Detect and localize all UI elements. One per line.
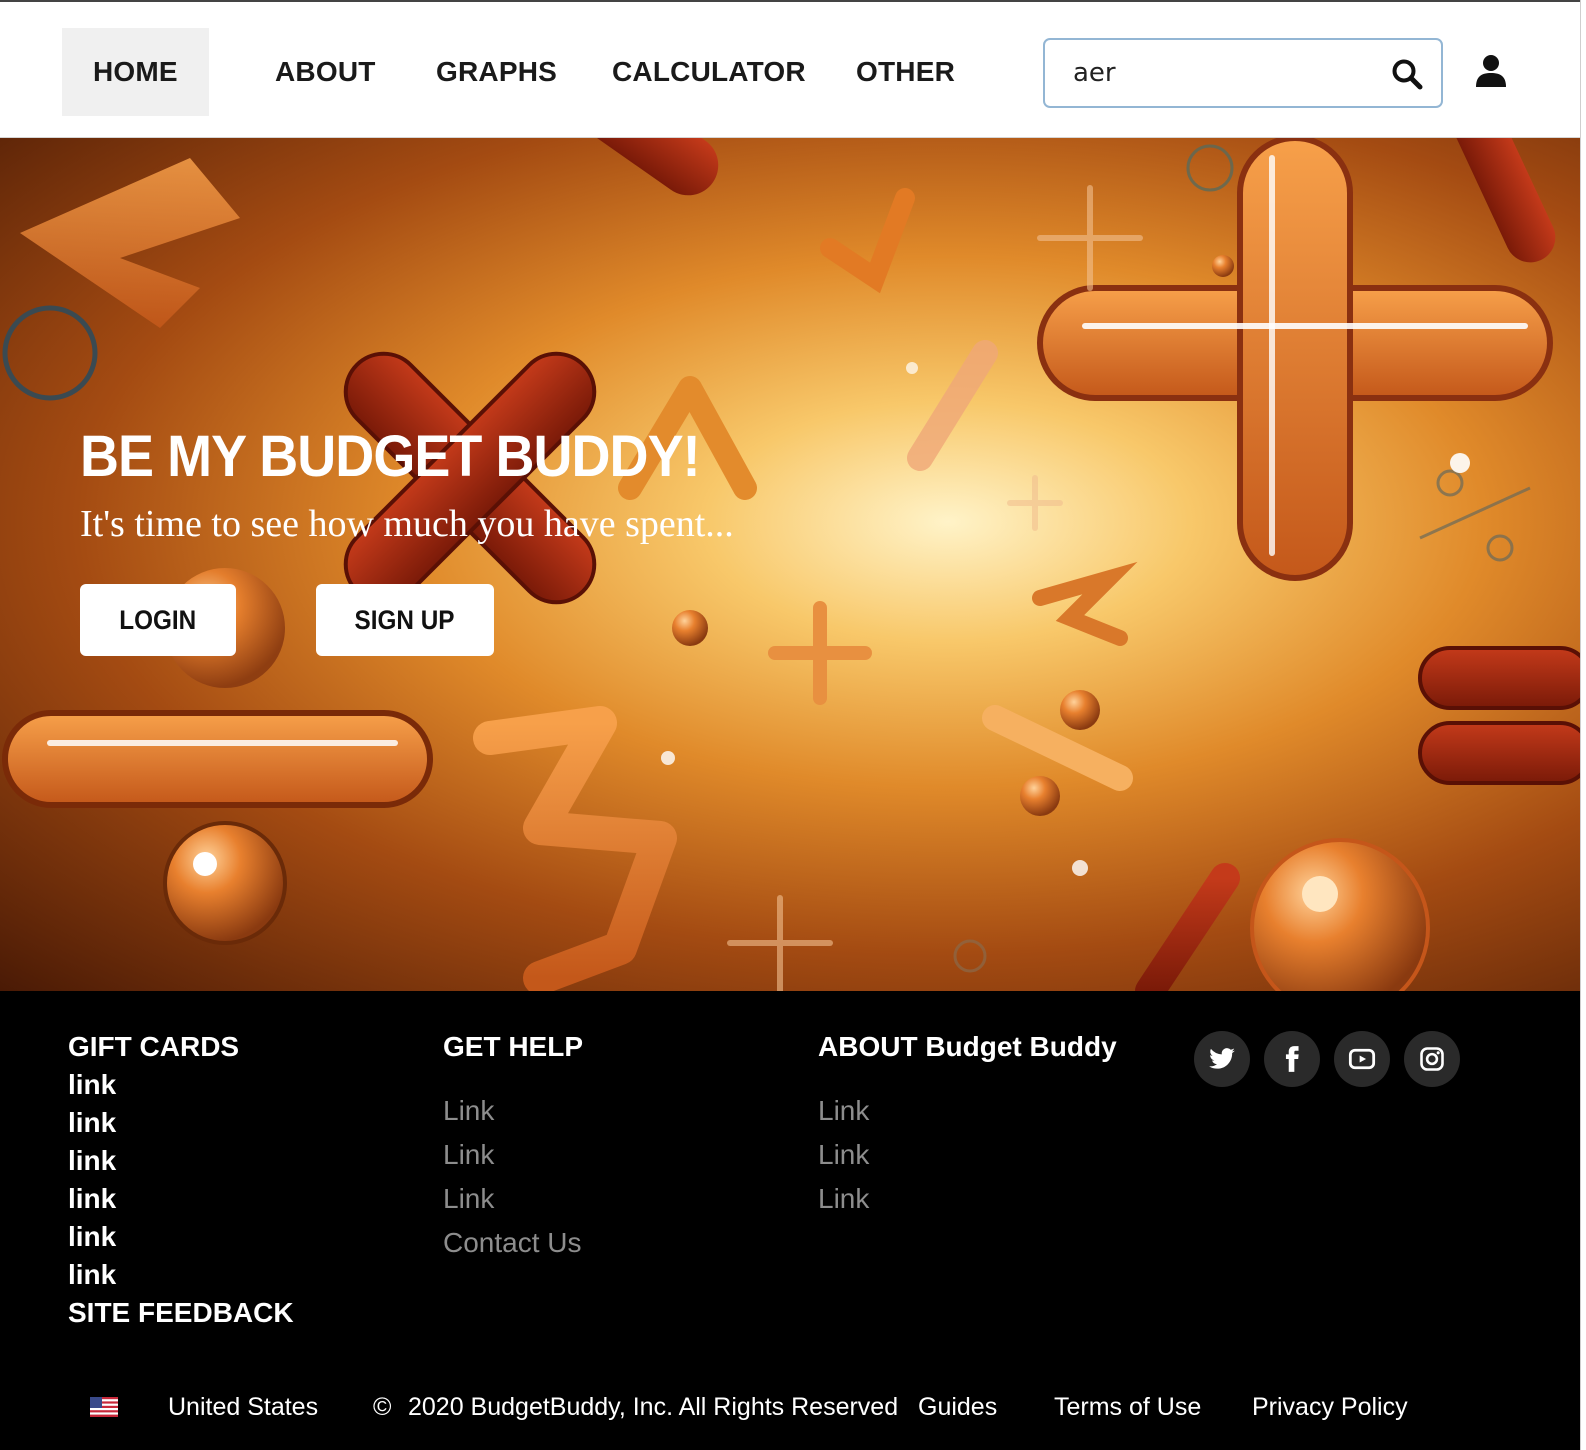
get-help-link[interactable]: Link	[443, 1139, 494, 1171]
instagram-button[interactable]	[1404, 1031, 1460, 1087]
get-help-link[interactable]: Link	[443, 1095, 494, 1127]
instagram-icon	[1420, 1047, 1444, 1071]
nav-home[interactable]: HOME	[62, 28, 209, 116]
twitter-icon	[1209, 1048, 1235, 1069]
hero-title: BE MY BUDGET BUDDY!	[80, 424, 701, 489]
hero-math-symbols-background	[2, 138, 1580, 991]
hero-banner: BE MY BUDGET BUDDY! It's time to see how…	[0, 138, 1580, 991]
site-footer: GIFT CARDS link link link link link link…	[0, 991, 1580, 1450]
top-navbar: HOME ABOUT GRAPHS CALCULATOR OTHER	[0, 0, 1586, 138]
facebook-icon	[1285, 1046, 1299, 1072]
footer-bottom-bar: United States © 2020 BudgetBuddy, Inc. A…	[0, 1381, 1580, 1441]
copyright-text: 2020 BudgetBuddy, Inc. All Rights Reserv…	[408, 1393, 899, 1421]
nav-about[interactable]: ABOUT	[275, 28, 376, 116]
search-input[interactable]	[1057, 48, 1387, 98]
login-button-label: LOGIN	[119, 604, 197, 635]
signup-button[interactable]: SIGN UP	[316, 584, 494, 656]
us-flag-icon	[90, 1397, 118, 1417]
login-button[interactable]: LOGIN	[80, 584, 236, 656]
gift-cards-heading[interactable]: GIFT CARDS	[68, 1031, 239, 1063]
contact-us-link[interactable]: Contact Us	[443, 1227, 582, 1259]
gift-card-link[interactable]: link	[68, 1259, 116, 1291]
get-help-link[interactable]: Link	[443, 1183, 494, 1215]
gift-card-link[interactable]: link	[68, 1107, 116, 1139]
facebook-button[interactable]	[1264, 1031, 1320, 1087]
search-box	[1043, 38, 1443, 108]
about-link[interactable]: Link	[818, 1139, 869, 1171]
search-icon[interactable]	[1391, 58, 1423, 90]
about-link[interactable]: Link	[818, 1183, 869, 1215]
twitter-button[interactable]	[1194, 1031, 1250, 1087]
privacy-link[interactable]: Privacy Policy	[1252, 1393, 1408, 1422]
gift-card-link[interactable]: link	[68, 1221, 116, 1253]
guides-link[interactable]: Guides	[918, 1393, 997, 1422]
minus-bar-shape	[2, 710, 433, 808]
youtube-button[interactable]	[1334, 1031, 1390, 1087]
hero-subtitle: It's time to see how much you have spent…	[80, 503, 734, 545]
user-icon[interactable]	[1474, 54, 1508, 88]
gift-card-link[interactable]: link	[68, 1069, 116, 1101]
youtube-icon	[1348, 1048, 1376, 1070]
gift-card-link[interactable]: link	[68, 1183, 116, 1215]
about-link[interactable]: Link	[818, 1095, 869, 1127]
signup-button-label: SIGN UP	[355, 604, 455, 635]
site-feedback-link[interactable]: SITE FEEDBACK	[68, 1297, 294, 1329]
gift-card-link[interactable]: link	[68, 1145, 116, 1177]
copyright-icon: ©	[373, 1393, 392, 1421]
window-right-edge	[1580, 0, 1586, 1450]
get-help-heading: GET HELP	[443, 1031, 584, 1062]
nav-calculator[interactable]: CALCULATOR	[612, 28, 806, 116]
country-selector[interactable]: United States	[168, 1393, 318, 1422]
nav-other[interactable]: OTHER	[856, 28, 955, 116]
big-plus-shape	[1037, 138, 1553, 581]
nav-graphs[interactable]: GRAPHS	[436, 28, 557, 116]
about-heading: ABOUT Budget Buddy	[818, 1031, 1117, 1062]
terms-link[interactable]: Terms of Use	[1054, 1393, 1201, 1422]
